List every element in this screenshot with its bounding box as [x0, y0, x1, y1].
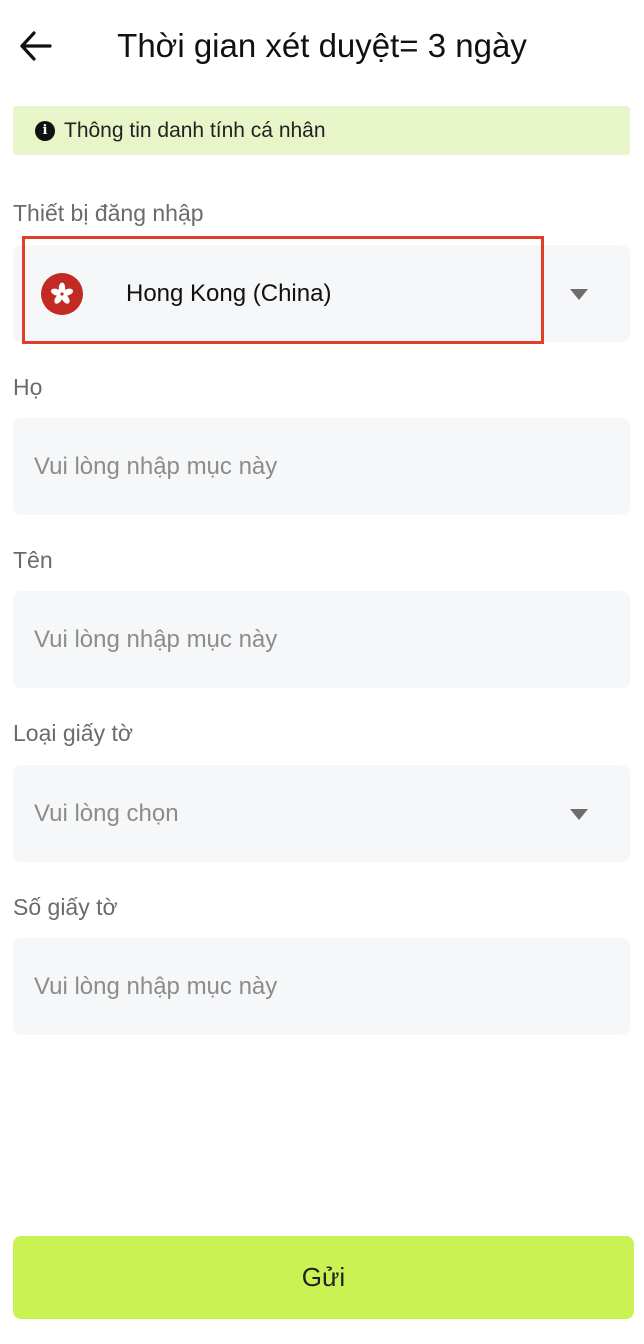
country-value: Hong Kong (China)	[126, 280, 332, 307]
first-name-placeholder: Vui lòng nhập mục này	[34, 626, 278, 653]
submit-button[interactable]: Gửi	[13, 1236, 634, 1319]
document-type-select[interactable]: Vui lòng chọn	[13, 765, 630, 862]
last-name-label: Họ	[13, 374, 43, 400]
hong-kong-flag-icon	[41, 273, 83, 315]
document-number-field[interactable]: Vui lòng nhập mục này	[13, 938, 630, 1035]
country-label: Thiết bị đăng nhập	[13, 200, 204, 226]
document-type-placeholder: Vui lòng chọn	[34, 800, 179, 827]
identity-notice-banner: i Thông tin danh tính cá nhân	[13, 106, 630, 155]
first-name-field[interactable]: Vui lòng nhập mục này	[13, 591, 630, 688]
page-title: Thời gian xét duyệt= 3 ngày	[117, 27, 527, 64]
chevron-down-icon	[570, 289, 588, 300]
chevron-down-icon	[570, 809, 588, 820]
document-type-label: Loại giấy tờ	[13, 720, 133, 746]
last-name-placeholder: Vui lòng nhập mục này	[34, 453, 278, 480]
app-header: Thời gian xét duyệt= 3 ngày	[0, 0, 644, 96]
document-number-label: Số giấy tờ	[13, 894, 118, 920]
document-number-placeholder: Vui lòng nhập mục này	[34, 973, 278, 1000]
last-name-field[interactable]: Vui lòng nhập mục này	[13, 418, 630, 515]
info-icon: i	[35, 120, 55, 141]
first-name-label: Tên	[13, 547, 53, 573]
notice-text: Thông tin danh tính cá nhân	[64, 118, 326, 142]
